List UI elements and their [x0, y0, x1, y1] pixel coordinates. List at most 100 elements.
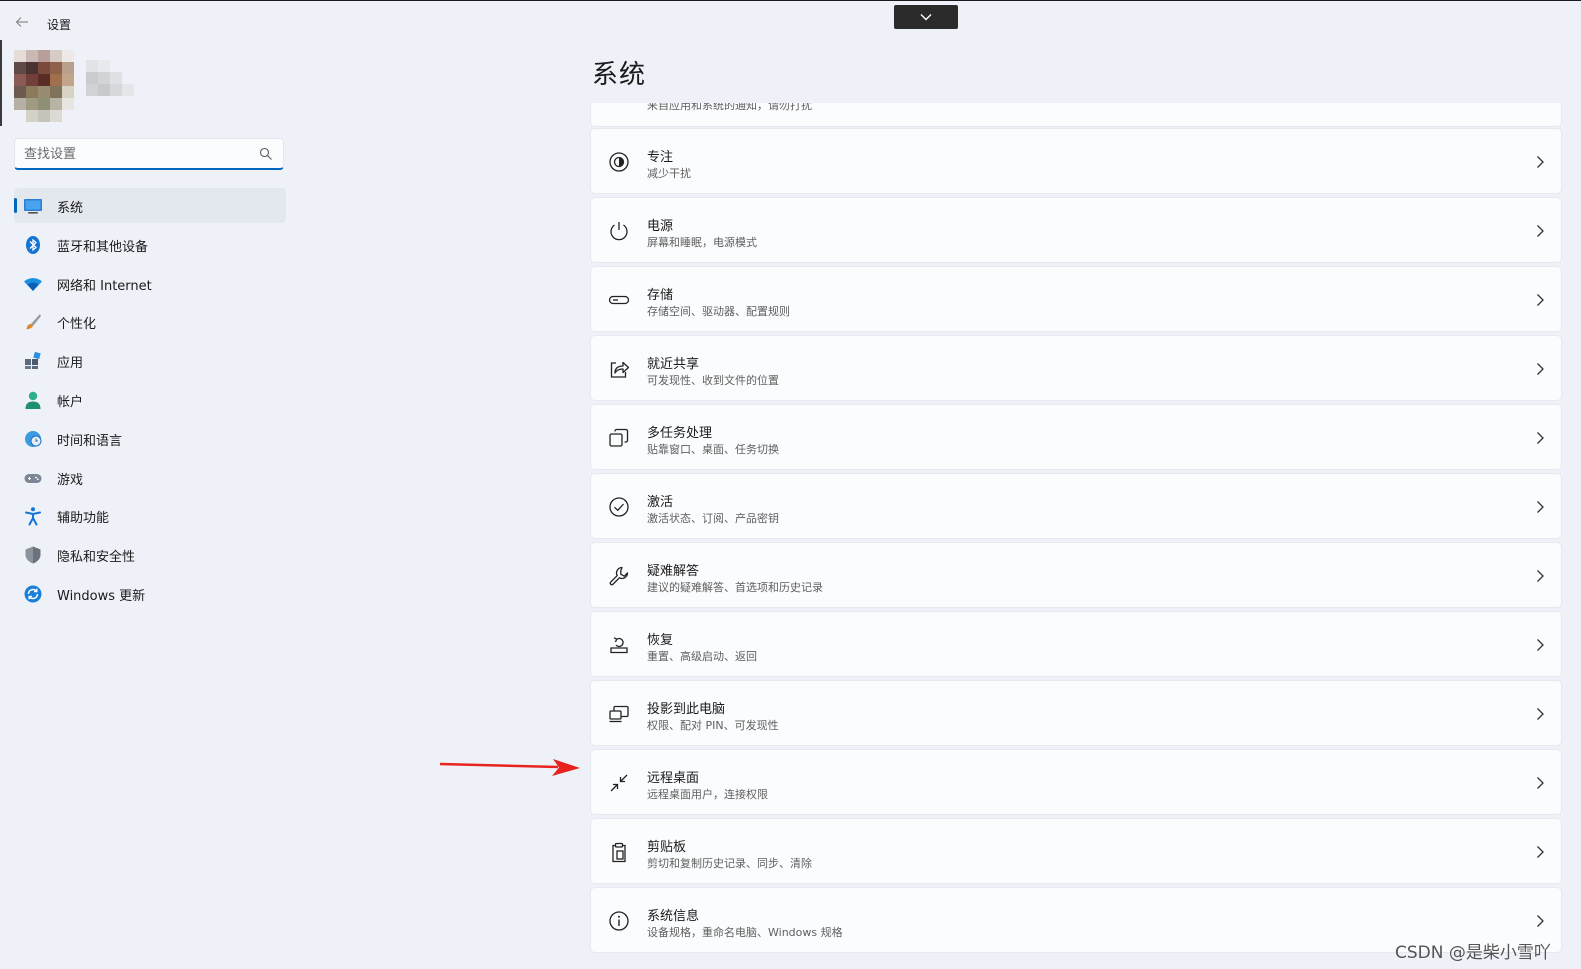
sidebar-item-label: 应用: [57, 356, 84, 372]
card-title: 系统信息: [647, 909, 700, 924]
search-field[interactable]: [14, 138, 284, 170]
monitor-icon: [24, 199, 42, 214]
card-title: 专注: [647, 150, 674, 165]
settings-card-focus[interactable]: 专注 减少干扰: [590, 128, 1562, 194]
collapse-toggle-button[interactable]: [894, 5, 958, 29]
sidebar-item-label: Windows 更新: [57, 588, 146, 604]
card-subtitle: 远程桌面用户，连接权限: [647, 788, 768, 801]
card-title: 疑难解答: [647, 564, 700, 579]
card-subtitle: 建议的疑难解答、首选项和历史记录: [647, 581, 823, 594]
gamepad-icon: [24, 473, 42, 483]
sidebar-item-bluetooth[interactable]: 蓝牙和其他设备: [14, 227, 286, 262]
chevron-right-icon: [1537, 363, 1544, 375]
card-subtitle: 可发现性、收到文件的位置: [647, 374, 779, 387]
card-subtitle: 减少干扰: [647, 167, 691, 180]
sidebar-item-label: 时间和语言: [57, 433, 123, 449]
info-icon: [609, 911, 629, 931]
settings-card-activation[interactable]: 激活 激活状态、订阅、产品密钥: [590, 473, 1562, 539]
red-arrow-annotation: [440, 759, 580, 776]
settings-card-nearby-sharing[interactable]: 就近共享 可发现性、收到文件的位置: [590, 335, 1562, 401]
title-bar: 设置: [0, 0, 1581, 46]
sidebar-item-label: 网络和 Internet: [57, 278, 152, 294]
settings-card-recovery[interactable]: 恢复 重置、高级启动、返回: [590, 611, 1562, 677]
chevron-right-icon: [1537, 846, 1544, 858]
settings-card-remote-desktop[interactable]: 远程桌面 远程桌面用户，连接权限: [590, 749, 1562, 815]
sidebar-item-system[interactable]: 系统: [14, 188, 286, 223]
sidebar-item-personalization[interactable]: 个性化: [14, 304, 286, 339]
remote-desktop-icon: [610, 774, 628, 792]
user-name-redacted: [86, 60, 134, 100]
sidebar-item-accounts[interactable]: 帐户: [14, 382, 286, 417]
search-input[interactable]: [24, 143, 249, 165]
sidebar-item-accessibility[interactable]: 辅助功能: [14, 498, 286, 533]
page-title: 系统: [592, 60, 647, 90]
window-left-edge: [0, 40, 2, 126]
sidebar-item-windows-update[interactable]: Windows 更新: [14, 576, 286, 611]
share-icon: [610, 361, 630, 378]
chevron-right-icon: [1537, 570, 1544, 582]
sidebar-item-gaming[interactable]: 游戏: [14, 460, 286, 495]
chevron-right-icon: [1537, 777, 1544, 789]
chevron-right-icon: [1537, 225, 1544, 237]
clipboard-icon: [612, 842, 626, 863]
card-title: 电源: [647, 219, 674, 234]
avatar[interactable]: [14, 50, 74, 122]
card-title: 投影到此电脑: [647, 702, 726, 717]
sidebar-item-network[interactable]: 网络和 Internet: [14, 266, 286, 301]
bluetooth-icon: [26, 235, 40, 254]
card-subtitle: 来自应用和系统的通知，请勿打扰: [647, 103, 812, 112]
settings-card-power[interactable]: 电源 屏幕和睡眠，电源模式: [590, 197, 1562, 263]
card-subtitle: 屏幕和睡眠，电源模式: [647, 236, 757, 249]
account-icon: [25, 391, 41, 409]
card-subtitle: 重置、高级启动、返回: [647, 650, 757, 663]
card-title: 多任务处理: [647, 426, 713, 441]
activation-icon: [609, 497, 629, 517]
chevron-right-icon: [1537, 639, 1544, 651]
globe-clock-icon: [25, 430, 42, 447]
sidebar-item-label: 个性化: [57, 317, 97, 333]
search-icon[interactable]: [259, 147, 273, 161]
sidebar-item-label: 隐私和安全性: [57, 550, 136, 566]
power-icon: [610, 222, 628, 241]
settings-card-project-to-pc[interactable]: 投影到此电脑 权限、配对 PIN、可发现性: [590, 680, 1562, 746]
sidebar-item-privacy-security[interactable]: 隐私和安全性: [14, 537, 286, 572]
sidebar-item-time-language[interactable]: 时间和语言: [14, 421, 286, 456]
recovery-icon: [610, 637, 628, 654]
focus-icon: [609, 152, 629, 172]
sidebar-item-label: 蓝牙和其他设备: [57, 239, 149, 255]
chevron-right-icon: [1537, 708, 1544, 720]
card-title: 恢复: [647, 633, 674, 648]
card-title: 远程桌面: [647, 771, 700, 786]
card-subtitle: 存储空间、驱动器、配置规则: [647, 305, 790, 318]
chevron-right-icon: [1537, 156, 1544, 168]
settings-card-notifications-partial[interactable]: 来自应用和系统的通知，请勿打扰: [590, 103, 1562, 127]
settings-card-multitasking[interactable]: 多任务处理 贴靠窗口、桌面、任务切换: [590, 404, 1562, 470]
settings-list: 来自应用和系统的通知，请勿打扰 专注 减少干扰 电源 屏幕和睡眠，电源模式 存储…: [590, 103, 1570, 969]
sidebar-item-label: 帐户: [57, 394, 84, 410]
card-subtitle: 权限、配对 PIN、可发现性: [647, 719, 779, 732]
settings-card-clipboard[interactable]: 剪贴板 剪切和复制历史记录、同步、清除: [590, 818, 1562, 884]
settings-card-troubleshoot[interactable]: 疑难解答 建议的疑难解答、首选项和历史记录: [590, 542, 1562, 608]
sidebar-nav: 系统 蓝牙和其他设备 网络和 Internet 个性化 应用 帐户 时间和语言 …: [14, 188, 286, 615]
chevron-down-icon: [920, 14, 932, 21]
wifi-icon: [24, 277, 42, 291]
sidebar-item-apps[interactable]: 应用: [14, 343, 286, 378]
chevron-right-icon: [1537, 501, 1544, 513]
card-title: 激活: [647, 495, 674, 510]
chevron-right-icon: [1537, 915, 1544, 927]
sidebar-item-label: 系统: [57, 201, 84, 216]
shield-icon: [25, 546, 41, 564]
chevron-right-icon: [1537, 432, 1544, 444]
card-subtitle: 设备规格，重命名电脑、Windows 规格: [647, 926, 843, 939]
sidebar-item-label: 辅助功能: [57, 511, 110, 527]
back-button[interactable]: [14, 15, 30, 31]
accessibility-icon: [25, 507, 41, 526]
app-title: 设置: [47, 18, 72, 32]
card-subtitle: 剪切和复制历史记录、同步、清除: [647, 857, 812, 870]
project-icon: [609, 705, 629, 723]
brush-icon: [26, 314, 41, 330]
settings-card-storage[interactable]: 存储 存储空间、驱动器、配置规则: [590, 266, 1562, 332]
back-arrow-icon: [15, 17, 28, 27]
update-icon: [24, 585, 42, 603]
card-title: 剪贴板: [647, 840, 687, 855]
